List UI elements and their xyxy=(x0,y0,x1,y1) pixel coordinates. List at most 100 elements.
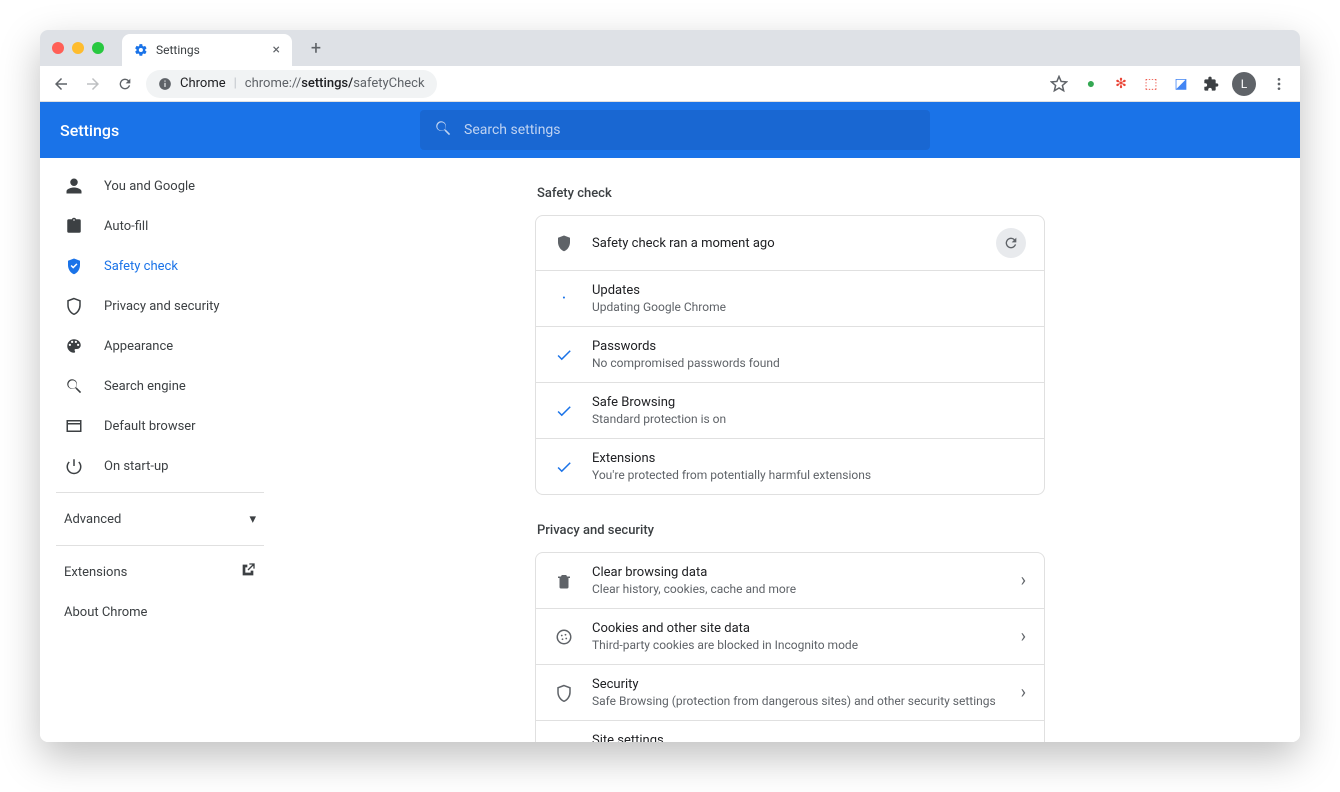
gear-icon xyxy=(134,43,148,57)
sidebar-item-you-and-google[interactable]: You and Google xyxy=(40,166,280,206)
passwords-row[interactable]: PasswordsNo compromised passwords found xyxy=(536,326,1044,382)
settings-header: Settings xyxy=(40,102,1300,158)
close-tab-icon[interactable]: × xyxy=(273,42,280,58)
cookie-icon xyxy=(554,627,574,647)
sidebar-item-default-browser[interactable]: Default browser xyxy=(40,406,280,446)
shield-icon xyxy=(554,683,574,703)
row-title: Security xyxy=(592,677,1003,692)
search-input[interactable] xyxy=(464,122,916,138)
sidebar-item-privacy[interactable]: Privacy and security xyxy=(40,286,280,326)
row-title: Site settings xyxy=(592,733,1003,742)
row-subtitle: Clear history, cookies, cache and more xyxy=(592,582,1003,596)
sidebar-item-label: On start-up xyxy=(104,459,168,474)
updates-row[interactable]: · Updates Updating Google Chrome xyxy=(536,270,1044,326)
about-label: About Chrome xyxy=(64,605,147,620)
clipboard-icon xyxy=(64,216,84,236)
row-title: Cookies and other site data xyxy=(592,621,1003,636)
app-title: Settings xyxy=(60,121,400,140)
tab-title: Settings xyxy=(156,43,200,57)
back-button[interactable] xyxy=(50,73,72,95)
person-icon xyxy=(64,176,84,196)
minimize-window-button[interactable] xyxy=(72,42,84,54)
extension-icon-2[interactable]: ✻ xyxy=(1112,75,1130,93)
forward-button[interactable] xyxy=(82,73,104,95)
sidebar-item-safety-check[interactable]: Safety check xyxy=(40,246,280,286)
sidebar-extensions[interactable]: Extensions xyxy=(40,552,280,592)
chrome-menu-icon[interactable] xyxy=(1268,73,1290,95)
bookmark-star-icon[interactable] xyxy=(1048,73,1070,95)
open-in-new-icon xyxy=(240,562,256,582)
trash-icon xyxy=(554,571,574,591)
safety-check-status-row: Safety check ran a moment ago xyxy=(536,216,1044,270)
sidebar-item-appearance[interactable]: Appearance xyxy=(40,326,280,366)
row-subtitle: You're protected from potentially harmfu… xyxy=(592,468,1026,482)
shield-filled-icon xyxy=(554,233,574,253)
titlebar: Settings × + xyxy=(40,30,1300,66)
row-subtitle: Updating Google Chrome xyxy=(592,300,1026,314)
cookies-row[interactable]: Cookies and other site data Third-party c… xyxy=(536,608,1044,664)
check-icon xyxy=(554,457,574,477)
row-subtitle: Standard protection is on xyxy=(592,412,1026,426)
extensions-row[interactable]: Extensions You're protected from potentia… xyxy=(536,438,1044,494)
refresh-safety-check-button[interactable] xyxy=(996,228,1026,258)
sidebar-item-label: Auto-fill xyxy=(104,219,148,234)
status-text: Safety check ran a moment ago xyxy=(592,236,978,251)
check-icon xyxy=(554,401,574,421)
main-content: Safety check Safety check ran a moment a… xyxy=(280,158,1300,742)
sidebar-item-search-engine[interactable]: Search engine xyxy=(40,366,280,406)
chevron-right-icon: › xyxy=(1021,570,1026,591)
sidebar-item-label: Search engine xyxy=(104,379,186,394)
url-text: chrome://settings/safetyCheck xyxy=(245,76,425,91)
privacy-card: Clear browsing data Clear history, cookie… xyxy=(535,552,1045,742)
search-settings[interactable] xyxy=(420,110,930,150)
check-icon xyxy=(554,345,574,365)
profile-avatar[interactable]: L xyxy=(1232,72,1256,96)
sidebar-item-on-startup[interactable]: On start-up xyxy=(40,446,280,486)
reload-button[interactable] xyxy=(114,73,136,95)
chevron-right-icon: › xyxy=(1021,626,1026,647)
safety-check-title: Safety check xyxy=(537,186,1045,201)
row-title: Clear browsing data xyxy=(592,565,1003,580)
shield-icon xyxy=(64,296,84,316)
sidebar-item-label: You and Google xyxy=(104,179,195,194)
sidebar: You and Google Auto-fill Safety check Pr… xyxy=(40,158,280,742)
site-settings-row[interactable]: Site settingsControls what information s… xyxy=(536,720,1044,742)
extension-icon-1[interactable]: ● xyxy=(1082,75,1100,93)
safety-check-card: Safety check ran a moment ago · Updates U… xyxy=(535,215,1045,495)
address-bar[interactable]: Chrome | chrome://settings/safetyCheck xyxy=(146,70,437,98)
clear-browsing-data-row[interactable]: Clear browsing data Clear history, cookie… xyxy=(536,553,1044,608)
sidebar-item-label: Appearance xyxy=(104,339,173,354)
sidebar-item-label: Default browser xyxy=(104,419,196,434)
extensions-puzzle-icon[interactable] xyxy=(1202,75,1220,93)
row-title: Extensions xyxy=(592,451,1026,466)
browser-icon xyxy=(64,416,84,436)
extensions-label: Extensions xyxy=(64,565,127,580)
palette-icon xyxy=(64,336,84,356)
power-icon xyxy=(64,456,84,476)
search-icon xyxy=(64,376,84,396)
browser-tab[interactable]: Settings × xyxy=(122,34,292,66)
extension-icon-3[interactable]: ⬚ xyxy=(1142,75,1160,93)
sidebar-item-label: Safety check xyxy=(104,259,178,274)
new-tab-button[interactable]: + xyxy=(302,38,330,59)
divider xyxy=(56,492,264,493)
sidebar-advanced[interactable]: Advanced▾ xyxy=(40,499,280,539)
privacy-title: Privacy and security xyxy=(537,523,1045,538)
maximize-window-button[interactable] xyxy=(92,42,104,54)
divider xyxy=(56,545,264,546)
close-window-button[interactable] xyxy=(52,42,64,54)
security-row[interactable]: Security Safe Browsing (protection from d… xyxy=(536,664,1044,720)
row-subtitle: Safe Browsing (protection from dangerous… xyxy=(592,694,1003,708)
loading-icon: · xyxy=(554,289,574,309)
row-title: Updates xyxy=(592,283,1026,298)
sidebar-about[interactable]: About Chrome xyxy=(40,592,280,632)
extension-icon-4[interactable]: ◪ xyxy=(1172,75,1190,93)
shield-check-icon xyxy=(64,256,84,276)
info-icon xyxy=(158,77,172,91)
chevron-down-icon: ▾ xyxy=(249,512,256,527)
url-scheme-label: Chrome xyxy=(180,76,226,91)
row-subtitle: Third-party cookies are blocked in Incog… xyxy=(592,638,1003,652)
sidebar-item-autofill[interactable]: Auto-fill xyxy=(40,206,280,246)
safe-browsing-row[interactable]: Safe BrowsingStandard protection is on xyxy=(536,382,1044,438)
browser-toolbar: Chrome | chrome://settings/safetyCheck ●… xyxy=(40,66,1300,102)
